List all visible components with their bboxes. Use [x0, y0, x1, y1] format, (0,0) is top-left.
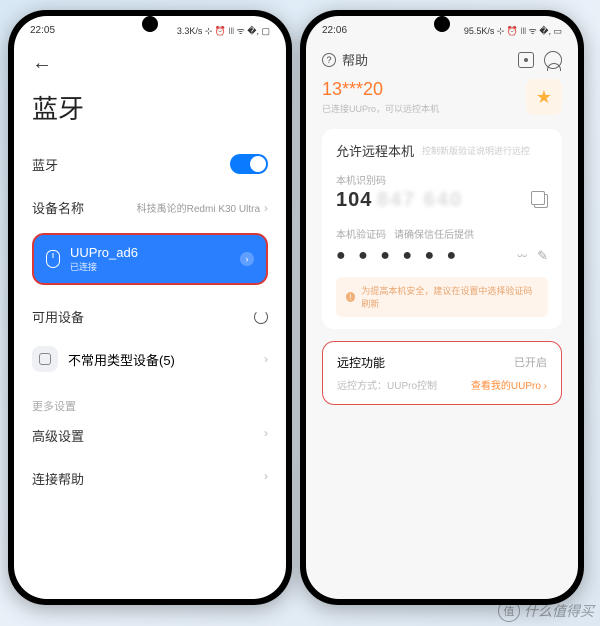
connected-device-status: 已连接	[70, 260, 230, 273]
account-status: 已连接UUPro，可以远控本机	[322, 102, 439, 115]
phone-right: 22:06 95.5K/s ⊹ ⏰ ꔖ ᯤ �, ▭ ? 帮助 13***20 …	[300, 10, 584, 605]
eye-icon[interactable]: ᵕᵕ	[517, 248, 527, 264]
device-id-label: 本机识别码	[336, 172, 548, 187]
remote-permission-card: 允许远程本机 控制新版验证说明进行远控 本机识别码 104 847 640 本机…	[322, 129, 562, 329]
status-indicators: 95.5K/s ⊹ ⏰ ꔖ ᯤ �, ▭	[464, 24, 562, 37]
remote-function-card[interactable]: 远控功能 已开启 远控方式：UUPro控制 查看我的UUPro ›	[322, 341, 562, 405]
device-detail-button[interactable]: ›	[240, 252, 254, 266]
app-header: ? 帮助	[306, 44, 578, 79]
mouse-icon	[46, 250, 60, 268]
copy-icon[interactable]	[534, 194, 548, 208]
device-id-value: 104	[336, 189, 372, 211]
bluetooth-label: 蓝牙	[32, 155, 58, 174]
refresh-icon[interactable]	[254, 310, 268, 324]
available-label: 可用设备	[32, 307, 84, 326]
settings-icon[interactable]	[518, 52, 534, 68]
remote-title: 远控功能	[337, 354, 385, 371]
watermark: 值 什么值得买	[498, 600, 594, 622]
edit-icon[interactable]: ✎	[537, 248, 548, 264]
card-subtitle: 控制新版验证说明进行远控	[422, 144, 530, 157]
available-devices-header: 可用设备	[32, 297, 268, 336]
device-category-icon	[32, 346, 58, 372]
device-name-value: 科技禹论的Redmi K30 Ultra	[137, 200, 260, 215]
advanced-label: 高级设置	[32, 426, 84, 445]
camera-notch	[142, 16, 158, 32]
verify-code-label: 本机验证码	[336, 226, 386, 241]
status-time: 22:06	[322, 25, 347, 36]
page-title: 蓝牙	[32, 89, 268, 126]
profile-icon[interactable]	[544, 51, 562, 69]
remote-method: 远控方式：UUPro控制	[337, 377, 437, 392]
warning-text: 为提高本机安全，建议在设置中选择验证码刷新	[361, 284, 538, 310]
phone-left: 22:05 3.3K/s ⊹ ⏰ ꔖ ᯤ �, ▢ ← 蓝牙 蓝牙 设备名称 科…	[8, 10, 292, 605]
status-time: 22:05	[30, 25, 55, 36]
device-id-hidden: 847 640	[377, 189, 463, 211]
card-title: 允许远程本机	[336, 141, 414, 160]
star-badge[interactable]: ★	[526, 79, 562, 115]
status-indicators: 3.3K/s ⊹ ⏰ ꔖ ᯤ �, ▢	[177, 24, 270, 37]
advanced-settings-row[interactable]: 高级设置 ›	[32, 414, 268, 457]
watermark-icon: 值	[498, 600, 520, 622]
remote-link[interactable]: 查看我的UUPro ›	[471, 377, 547, 392]
account-phone: 13***20	[322, 79, 439, 100]
help-label: 连接帮助	[32, 469, 84, 488]
help-icon: ?	[322, 53, 336, 67]
remote-status: 已开启	[514, 354, 547, 371]
verify-hint: 请确保信任后提供	[394, 226, 474, 241]
back-button[interactable]: ←	[32, 44, 268, 83]
verify-code-dots: ● ● ● ● ● ●	[336, 247, 460, 265]
bluetooth-toggle[interactable]	[230, 154, 268, 174]
chevron-right-icon: ›	[264, 201, 268, 215]
more-settings-header: 更多设置	[32, 398, 268, 414]
connected-device-row[interactable]: UUPro_ad6 已连接 ›	[32, 233, 268, 285]
chevron-right-icon: ›	[264, 469, 268, 488]
account-row: 13***20 已连接UUPro，可以远控本机 ★	[322, 79, 562, 115]
device-name-row[interactable]: 设备名称 科技禹论的Redmi K30 Ultra ›	[32, 186, 268, 229]
watermark-text: 什么值得买	[524, 601, 594, 621]
connection-help-row[interactable]: 连接帮助 ›	[32, 457, 268, 500]
connected-device-name: UUPro_ad6	[70, 245, 230, 260]
camera-notch	[434, 16, 450, 32]
device-name-label: 设备名称	[32, 198, 84, 217]
security-warning: ! 为提高本机安全，建议在设置中选择验证码刷新	[336, 277, 548, 317]
help-title[interactable]: 帮助	[342, 50, 368, 69]
warning-icon: !	[346, 292, 355, 302]
uncommon-label: 不常用类型设备(5)	[68, 350, 250, 369]
bluetooth-toggle-row[interactable]: 蓝牙	[32, 142, 268, 186]
chevron-right-icon: ›	[264, 352, 268, 366]
uncommon-devices-row[interactable]: 不常用类型设备(5) ›	[32, 336, 268, 382]
chevron-right-icon: ›	[264, 426, 268, 445]
